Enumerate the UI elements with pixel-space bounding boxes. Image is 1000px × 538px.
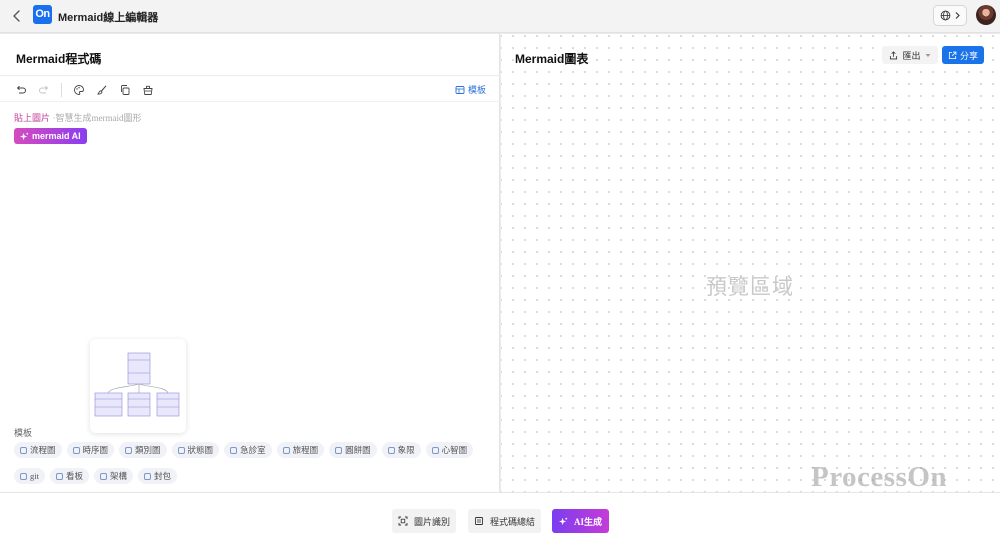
toolbar-separator [61,83,62,97]
template-chip-label: 旅程圖 [292,445,319,455]
scan-icon [398,516,408,526]
template-chip-label: 心智圖 [441,445,468,455]
template-section-label: 模板 [14,428,33,438]
paste-image-link[interactable]: 貼上圖片 [14,113,50,123]
share-button[interactable]: 分享 [942,46,984,64]
quadrant-icon [387,446,395,454]
globe-icon [940,10,950,21]
template-chip-label: 類別圖 [135,445,161,455]
code-panel-title: Mermaid程式碼 [16,52,102,66]
preview-placeholder: 預覽區域 [706,275,794,299]
export-button[interactable]: 匯出 [882,46,938,64]
git-icon [20,472,27,480]
share-label: 分享 [959,50,978,61]
packet-icon [144,472,152,480]
ai-generate-label: AI生成 [573,516,602,527]
ai-generate-button[interactable]: AI生成 [552,509,609,533]
template-chip-label: 圓餅圖 [345,445,371,455]
template-chip[interactable]: 架構 [94,468,134,484]
state-icon [177,446,185,454]
template-toggle-button[interactable]: 模板 [455,83,486,96]
sequence-icon [72,446,80,454]
redo-icon[interactable] [36,82,52,98]
template-chip[interactable]: 看板 [49,468,89,484]
share-icon [948,51,957,59]
class-icon [125,446,133,454]
flowchart-icon [20,446,27,454]
sparkle-icon [20,131,29,140]
clear-icon[interactable] [140,82,156,98]
template-chip-label: 流程圖 [30,445,56,455]
template-chip[interactable]: 心智圖 [425,442,474,458]
undo-icon[interactable] [13,82,29,98]
export-label: 匯出 [902,50,921,61]
template-chip[interactable]: 類別圖 [119,442,167,458]
template-chip[interactable]: 急診室 [224,442,272,458]
template-chip[interactable]: 流程圖 [14,442,62,458]
template-chip[interactable]: 旅程圖 [276,442,325,458]
template-chip-label: 急診室 [240,445,266,455]
template-chip[interactable]: git [14,468,45,484]
copy-icon[interactable] [117,82,133,98]
template-icon [455,85,465,94]
paste-image-description: ·智慧生成mermaid圖形 [52,113,142,123]
caret-down-icon [925,53,930,57]
template-preview-thumbnail [90,339,186,433]
bottom-action-bar: 圖片識別 程式碼總結 AI生成 [0,492,1000,538]
divider [0,101,500,102]
template-chip[interactable]: 圓餅圖 [329,442,377,458]
mermaid-ai-label: mermaid AI [32,131,81,141]
template-chip-list: 流程圖 時序圖 類別圖 狀態圖 急診室 旅程圖 圓餅圖 象限 心智圖 git 看… [14,442,484,484]
avatar[interactable] [976,5,996,25]
template-chip-label: 狀態圖 [187,445,214,455]
code-summary-label: 程式碼總結 [489,516,535,527]
template-chip-label: 封包 [154,471,172,481]
palette-icon[interactable] [71,82,87,98]
divider [0,75,500,76]
language-switcher[interactable] [933,5,967,26]
image-recognize-button[interactable]: 圖片識別 [392,509,456,533]
template-chip[interactable]: 時序圖 [66,442,115,458]
template-chip-label: 看板 [65,471,83,481]
template-chip-label: git [30,471,39,481]
back-chevron-icon[interactable] [8,7,26,25]
document-icon [475,517,483,525]
kanban-icon [55,472,63,480]
template-toggle-label: 模板 [467,85,486,95]
app-title: Mermaid線上編輯器 [58,12,159,24]
brush-icon[interactable] [94,82,110,98]
template-chip-label: 架構 [110,471,128,481]
architecture-icon [100,472,107,480]
template-chip[interactable]: 狀態圖 [171,442,220,458]
pie-icon [335,446,343,454]
diagram-panel: Mermaid圖表 匯出 分享 預覽區域 ProcessOn [501,34,1000,493]
template-chip-label: 象限 [397,445,415,455]
sparkle-icon [558,516,568,525]
chevron-right-icon [955,12,960,19]
processon-watermark: ProcessOn [811,461,948,493]
mindmap-icon [431,446,439,454]
mermaid-ai-button[interactable]: mermaid AI [14,128,87,144]
paste-image-hint: 貼上圖片 ·智慧生成mermaid圖形 [14,111,142,124]
template-chip-label: 時序圖 [82,445,109,455]
code-summary-button[interactable]: 程式碼總結 [468,509,541,533]
code-toolbar [13,82,163,98]
template-chip[interactable]: 象限 [381,442,421,458]
er-icon [230,446,238,454]
code-panel: Mermaid程式碼 模板 貼上圖片 ·智慧生成mermaid圖形 mermai… [0,34,500,492]
top-bar: On Mermaid線上編輯器 [0,0,1000,33]
image-recognize-label: 圖片識別 [413,516,450,527]
journey-icon [282,446,290,454]
export-icon [890,50,898,59]
diagram-panel-title: Mermaid圖表 [515,52,589,66]
app-logo: On [33,5,52,24]
template-chip[interactable]: 封包 [138,468,178,484]
